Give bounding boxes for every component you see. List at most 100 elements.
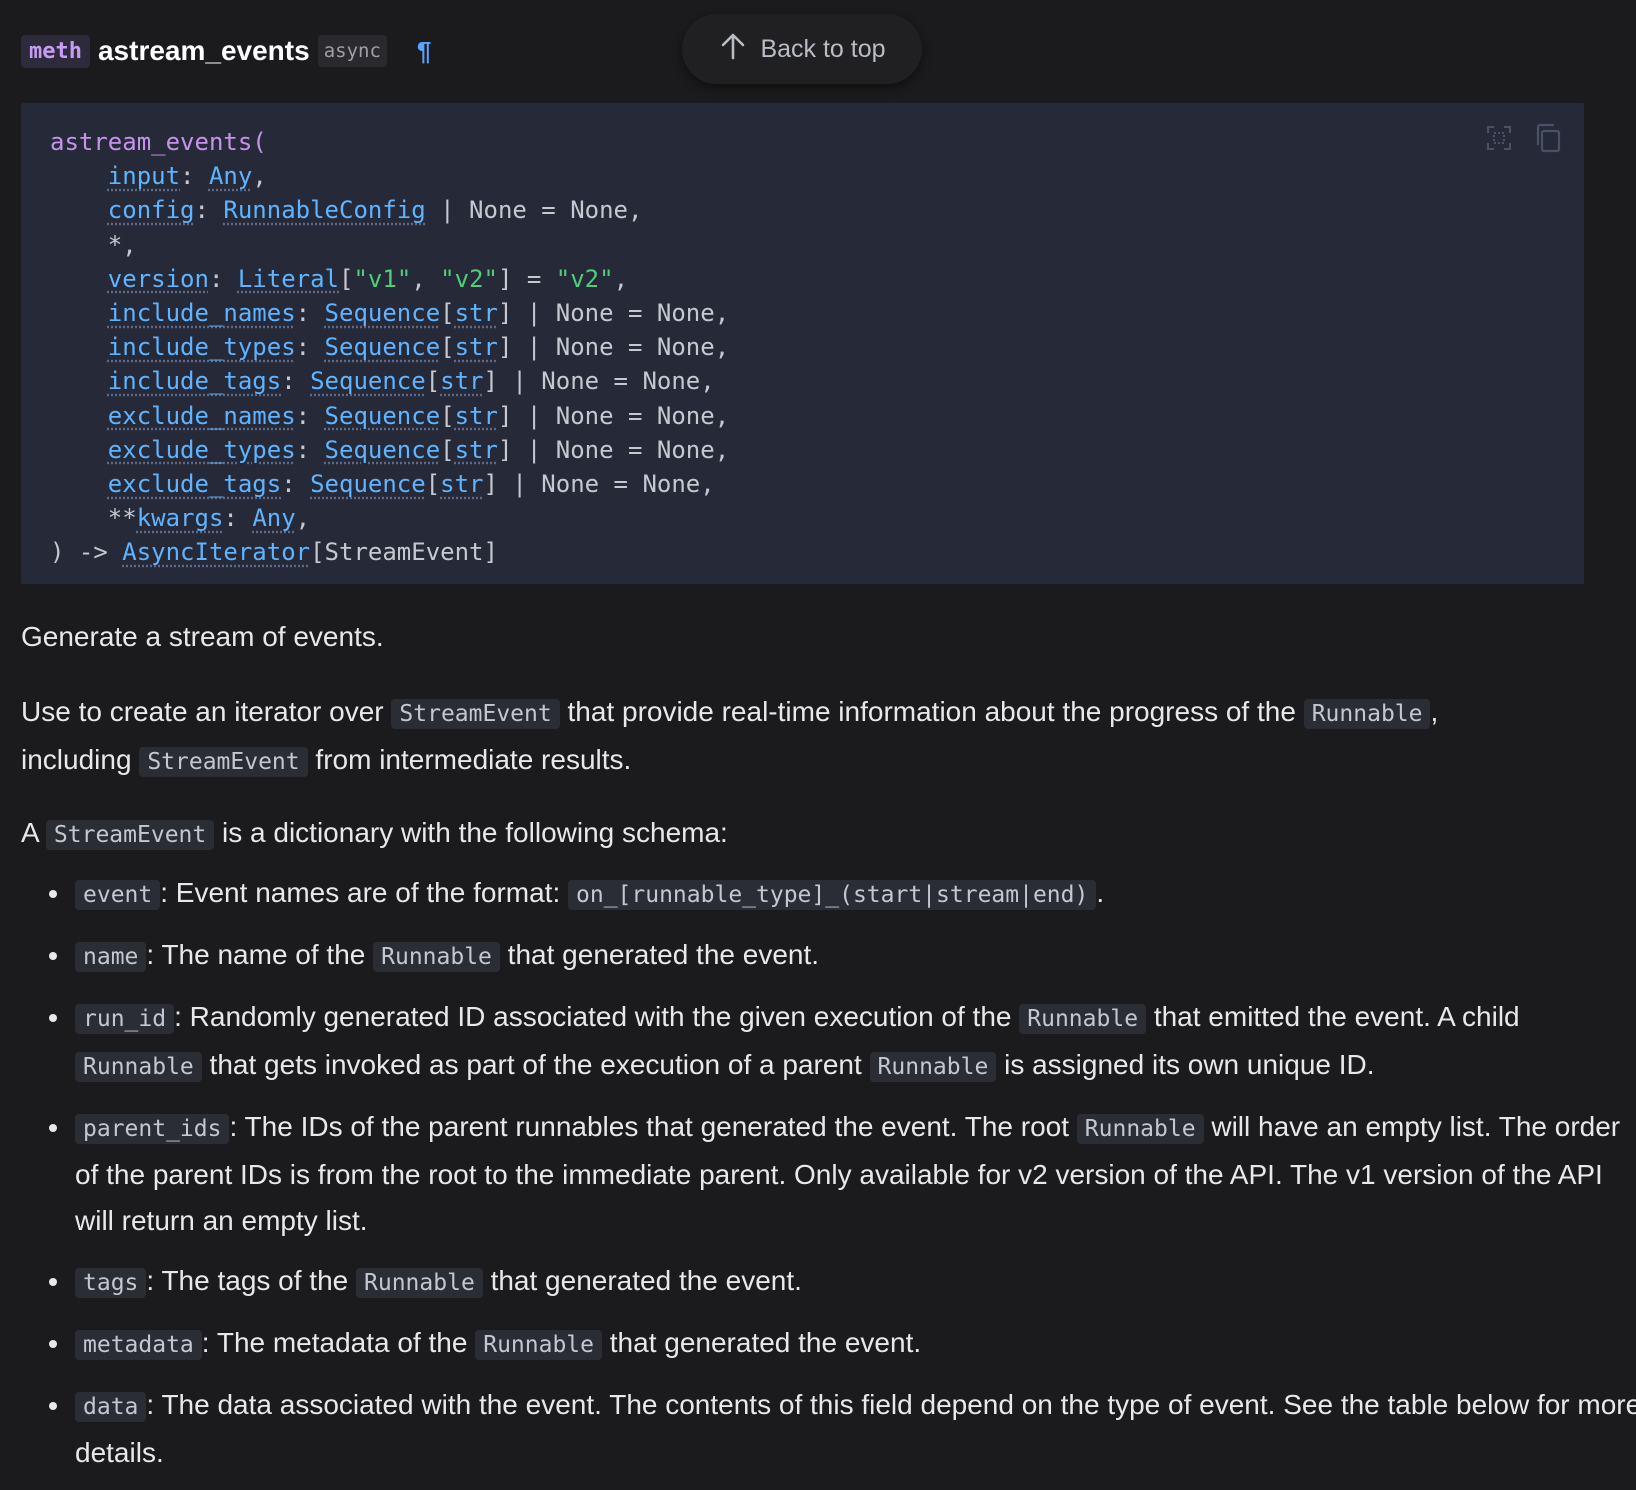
type-str[interactable]: str bbox=[455, 436, 498, 464]
code-line: ) -> AsyncIterator[StreamEvent] bbox=[50, 535, 1584, 569]
inline-code-streamevent: StreamEvent bbox=[45, 820, 215, 850]
desc-text: Use to create an iterator over bbox=[21, 696, 392, 727]
item-text: : The IDs of the parent runnables that g… bbox=[229, 1111, 1077, 1142]
code-sep: : bbox=[295, 298, 325, 327]
item-text: that generated the event. bbox=[499, 939, 820, 970]
param-exclude-types[interactable]: exclude_types bbox=[108, 436, 296, 464]
code-line: include_tags: Sequence[str] | None = Non… bbox=[50, 364, 1584, 398]
code-line: exclude_names: Sequence[str] | None = No… bbox=[50, 399, 1584, 433]
item-text: is assigned its own unique ID. bbox=[996, 1049, 1375, 1080]
code-bracket: [ bbox=[339, 264, 354, 293]
inline-code-key: name bbox=[75, 942, 147, 972]
code-line: **kwargs: Any, bbox=[50, 501, 1584, 535]
inline-code-key: event bbox=[75, 880, 161, 910]
type-sequence[interactable]: Sequence bbox=[325, 436, 441, 464]
code-sep: : bbox=[281, 469, 311, 498]
item-text: that gets invoked as part of the executi… bbox=[201, 1049, 870, 1080]
type-sequence[interactable]: Sequence bbox=[310, 470, 426, 498]
list-item-run-id: run_id: Randomly generated ID associated… bbox=[49, 994, 1636, 1090]
schema-intro-text: A bbox=[21, 817, 46, 848]
item-text: . bbox=[1096, 877, 1105, 908]
type-str[interactable]: str bbox=[455, 402, 498, 430]
type-sequence[interactable]: Sequence bbox=[325, 299, 441, 327]
code-line: astream_events( bbox=[50, 125, 1584, 159]
type-str[interactable]: str bbox=[455, 299, 498, 327]
list-item-metadata: metadata: The metadata of the Runnable t… bbox=[49, 1320, 1636, 1368]
param-include-types[interactable]: include_types bbox=[108, 333, 296, 361]
code-line: include_names: Sequence[str] | None = No… bbox=[50, 296, 1584, 330]
type-sequence[interactable]: Sequence bbox=[325, 333, 441, 361]
inline-code-runnable: Runnable bbox=[75, 1052, 202, 1082]
code-tail: , bbox=[613, 264, 629, 293]
code-comma: , bbox=[411, 264, 441, 293]
code-sep: : bbox=[223, 504, 253, 533]
type-asynciterator[interactable]: AsyncIterator bbox=[122, 538, 310, 566]
code-string: "v1" bbox=[353, 264, 412, 293]
type-any[interactable]: Any bbox=[209, 162, 252, 190]
code-line: exclude_tags: Sequence[str] | None = Non… bbox=[50, 467, 1584, 501]
code-line: *, bbox=[50, 228, 1584, 262]
type-str[interactable]: str bbox=[440, 470, 483, 498]
item-text: : The name of the bbox=[146, 939, 374, 970]
inline-code-key: parent_ids bbox=[75, 1114, 230, 1144]
type-str[interactable]: str bbox=[455, 333, 498, 361]
code-return-arrow: ) -> bbox=[50, 538, 123, 567]
code-sep: : bbox=[194, 196, 224, 225]
type-any[interactable]: Any bbox=[252, 504, 295, 532]
code-string: "v2" bbox=[440, 264, 498, 293]
inline-code-streamevent: StreamEvent bbox=[391, 699, 560, 729]
type-sequence[interactable]: Sequence bbox=[310, 367, 426, 395]
item-text: that generated the event. bbox=[602, 1327, 922, 1358]
inline-code-runnable: Runnable bbox=[1303, 699, 1431, 729]
param-config[interactable]: config bbox=[108, 196, 195, 224]
param-kwargs[interactable]: kwargs bbox=[137, 504, 224, 532]
code-bracket: [ bbox=[425, 367, 441, 396]
param-exclude-tags[interactable]: exclude_tags bbox=[108, 470, 281, 498]
code-line: config: RunnableConfig | None = None, bbox=[50, 193, 1584, 227]
desc-text: , bbox=[1430, 696, 1439, 727]
code-sep: : bbox=[180, 162, 209, 191]
back-to-top-button[interactable]: Back to top bbox=[682, 14, 922, 84]
param-version[interactable]: version bbox=[108, 265, 209, 293]
type-str[interactable]: str bbox=[440, 367, 483, 395]
list-item-name: name: The name of the Runnable that gene… bbox=[49, 932, 1636, 980]
code-sep: : bbox=[295, 333, 325, 362]
code-bracket: [ bbox=[425, 469, 441, 498]
item-text: that generated the event. bbox=[482, 1265, 802, 1296]
param-include-tags[interactable]: include_tags bbox=[108, 367, 281, 395]
list-item-data: data: The data associated with the event… bbox=[49, 1382, 1636, 1476]
inline-code-runnable: Runnable bbox=[356, 1268, 483, 1298]
inline-code-runnable: Runnable bbox=[869, 1052, 997, 1082]
type-sequence[interactable]: Sequence bbox=[325, 402, 441, 430]
code-stars: ** bbox=[107, 504, 137, 533]
inline-code-runnable: Runnable bbox=[475, 1330, 602, 1360]
code-line: input: Any, bbox=[50, 159, 1584, 193]
desc-text: that provide real-time information about… bbox=[559, 696, 1304, 727]
async-badge: async bbox=[317, 35, 387, 67]
code-tail: ] | None = None, bbox=[497, 435, 730, 464]
schema-intro-text: is a dictionary with the following schem… bbox=[214, 817, 728, 848]
item-text: that emitted the event. A child bbox=[1146, 1001, 1520, 1032]
code-line: exclude_types: Sequence[str] | None = No… bbox=[50, 433, 1584, 467]
code-tail: , bbox=[295, 504, 311, 533]
type-runnableconfig[interactable]: RunnableConfig bbox=[223, 196, 425, 224]
param-include-names[interactable]: include_names bbox=[108, 299, 296, 327]
param-input[interactable]: input bbox=[108, 162, 180, 190]
list-item-parent-ids: parent_ids: The IDs of the parent runnab… bbox=[49, 1104, 1636, 1244]
expand-icon[interactable] bbox=[1486, 125, 1512, 156]
code-sep: : bbox=[295, 435, 325, 464]
code-line: include_types: Sequence[str] | None = No… bbox=[50, 330, 1584, 364]
method-kind-badge: meth bbox=[21, 34, 90, 68]
type-literal[interactable]: Literal bbox=[238, 265, 339, 293]
inline-code-key: run_id bbox=[75, 1004, 175, 1034]
code-sep: : bbox=[208, 264, 238, 293]
code-bracket: [ bbox=[440, 401, 455, 430]
copy-icon[interactable] bbox=[1534, 123, 1562, 158]
schema-list: event: Event names are of the format: on… bbox=[21, 870, 1636, 1490]
code-tail: ] | None = None, bbox=[497, 401, 730, 430]
code-tail: [StreamEvent] bbox=[310, 538, 498, 567]
code-bracket: [ bbox=[440, 435, 455, 464]
permalink-icon[interactable]: ¶ bbox=[417, 36, 431, 67]
code-bracket: [ bbox=[440, 298, 455, 327]
param-exclude-names[interactable]: exclude_names bbox=[108, 402, 296, 430]
